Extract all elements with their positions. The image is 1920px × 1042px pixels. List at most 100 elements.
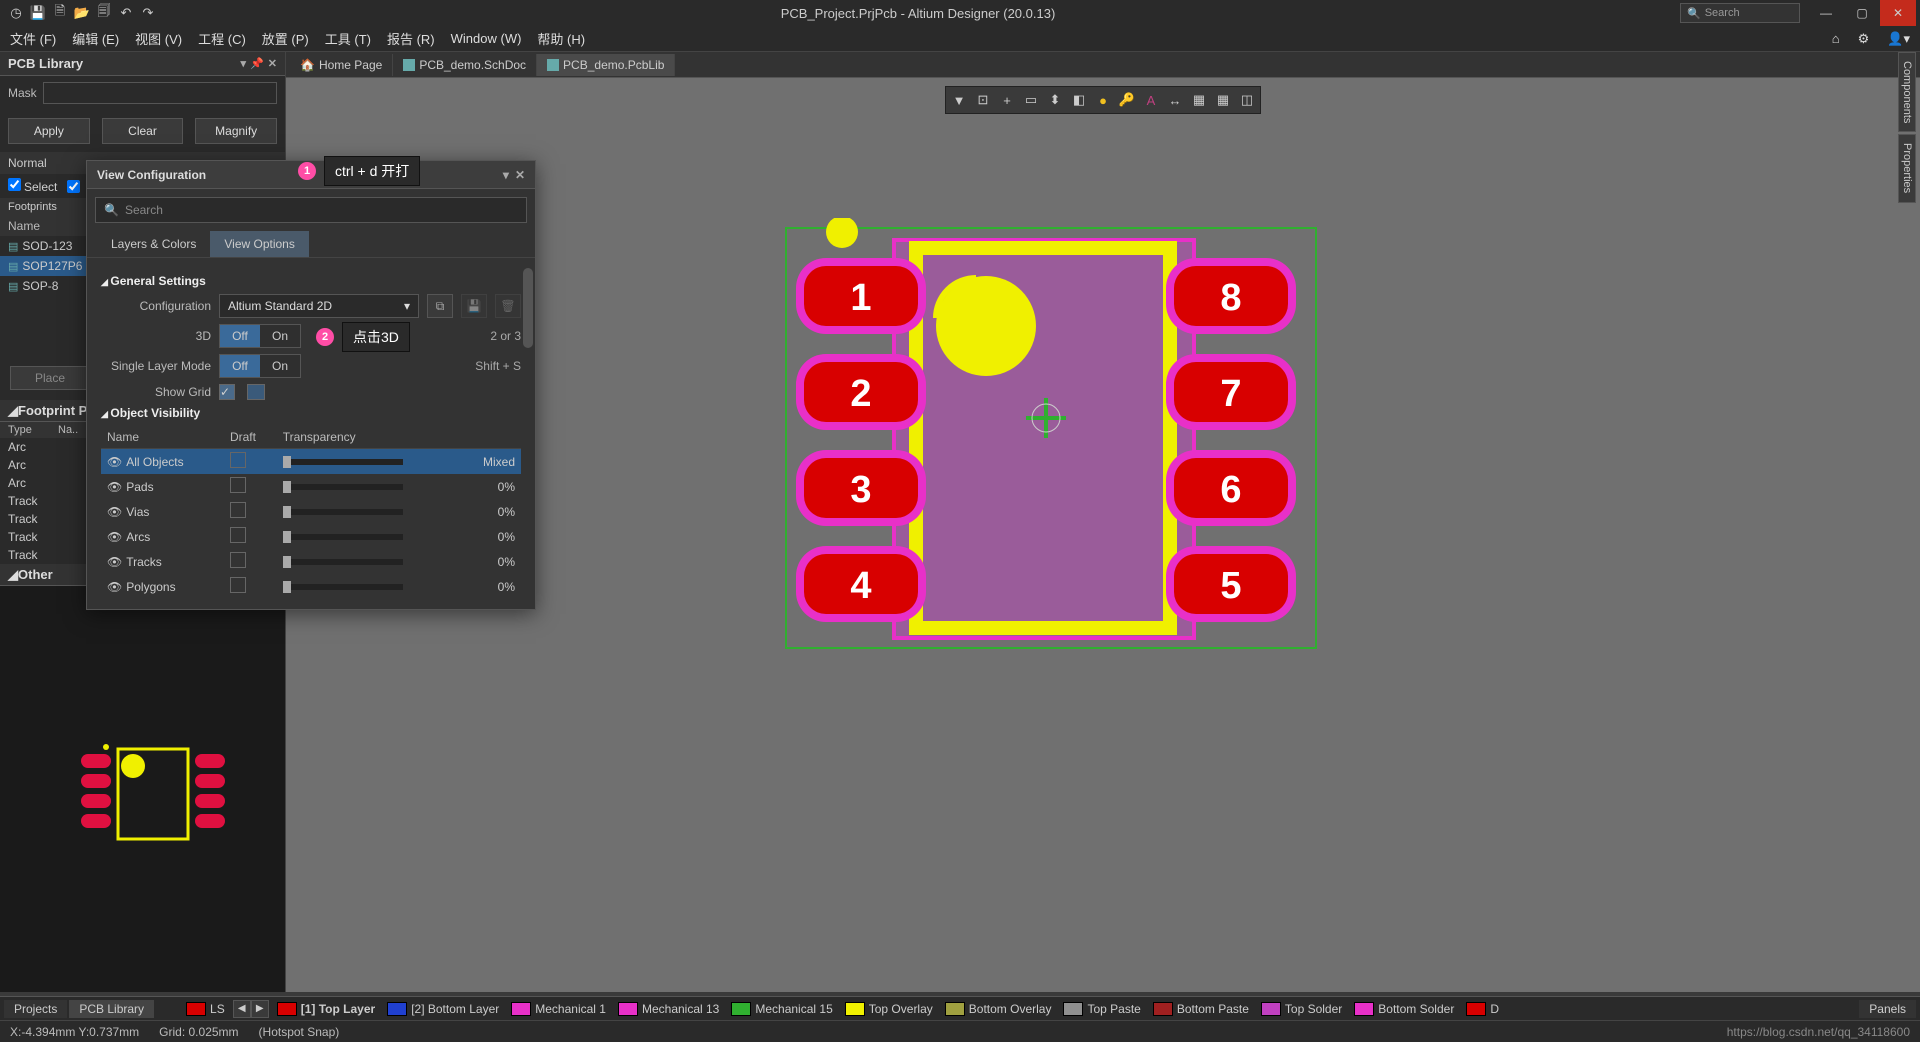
tab-view-options[interactable]: View Options [210,231,308,257]
layer-item[interactable]: Bottom Overlay [941,1002,1056,1016]
layer-icon[interactable]: ◫ [1238,91,1256,109]
svg-text:1: 1 [850,277,871,319]
visibility-row[interactable]: 👁All ObjectsMixed [101,449,521,475]
mask-dropdown[interactable] [43,82,277,104]
configuration-label: Configuration [101,299,211,313]
configuration-dropdown[interactable]: Altium Standard 2D▾ [219,294,419,318]
slm-label: Single Layer Mode [101,359,211,373]
menu-window[interactable]: Window (W) [447,29,526,48]
text-icon[interactable]: A [1142,91,1160,109]
panel-pin-icon[interactable]: 📌 [250,57,264,70]
panel-close-icon[interactable]: ✕ [515,168,525,182]
select-checkbox[interactable]: Select [8,178,57,194]
hole-icon[interactable]: ● [1094,91,1112,109]
menu-file[interactable]: 文件 (F) [6,27,60,50]
tab-pcblib[interactable]: PCB_demo.PcbLib [537,54,675,76]
minimize-button[interactable]: — [1808,0,1844,26]
home-icon[interactable]: ⌂ [1828,29,1844,49]
save-config-icon[interactable]: ⧉ [427,294,453,318]
key-icon[interactable]: 🔑 [1118,91,1136,109]
viewcfg-search[interactable]: 🔍 Search [95,197,527,223]
trash-icon[interactable]: 🗑 [495,294,521,318]
user-icon[interactable]: 👤▾ [1883,29,1914,49]
menu-report[interactable]: 报告 (R) [383,27,439,50]
menu-help[interactable]: 帮助 (H) [533,27,589,50]
panel-title: View Configuration [97,168,206,182]
layer-item[interactable]: Mechanical 13 [614,1002,723,1016]
apply-button[interactable]: Apply [8,118,90,144]
redo-icon[interactable]: ↷ [140,5,156,21]
visibility-row[interactable]: 👁Arcs0% [101,524,521,549]
right-dock: Components Properties [1898,52,1920,205]
print-icon[interactable]: 🗐 [96,5,112,21]
filter-icon[interactable]: ▼ [950,91,968,109]
visibility-row[interactable]: 👁Pads0% [101,474,521,499]
place-button[interactable]: Place [10,366,90,390]
menu-project[interactable]: 工程 (C) [194,27,250,50]
plus-icon[interactable]: + [998,91,1016,109]
svg-text:8: 8 [1220,277,1241,319]
chart-icon[interactable]: ▦ [1190,91,1208,109]
panels-button[interactable]: Panels [1859,1000,1916,1018]
layer-item[interactable]: Mechanical 15 [727,1002,836,1016]
undo-icon[interactable]: ↶ [118,5,134,21]
menu-tools[interactable]: 工具 (T) [321,27,375,50]
layer-item[interactable]: [2] Bottom Layer [383,1002,503,1016]
visibility-row[interactable]: 👁Polygons0% [101,574,521,599]
tab-schdoc[interactable]: PCB_demo.SchDoc [393,54,537,76]
rect-icon[interactable]: ▭ [1022,91,1040,109]
grid-icon[interactable]: ▦ [1214,91,1232,109]
visibility-row[interactable]: 👁Vias0% [101,499,521,524]
title-bar: ◷ 💾 🗎 📂 🗐 ↶ ↷ PCB_Project.PrjPcb - Altiu… [0,0,1920,26]
annotation-2-text: 点击3D [342,322,410,352]
layer-next[interactable]: ▶ [251,1000,269,1018]
panel-close-icon[interactable]: ✕ [268,57,277,70]
layer-item[interactable]: [1] Top Layer [273,1002,379,1016]
3d-toggle[interactable]: OffOn [219,324,301,348]
magnify-button[interactable]: Magnify [195,118,277,144]
snap-icon[interactable]: ⊡ [974,91,992,109]
visibility-row[interactable]: 👁Tracks0% [101,549,521,574]
global-search[interactable]: 🔍 Search [1680,3,1800,23]
layer-item[interactable]: Top Overlay [841,1002,937,1016]
align-icon[interactable]: ⬍ [1046,91,1064,109]
layer-item[interactable]: Bottom Paste [1149,1002,1253,1016]
window-buttons: — ▢ ✕ [1808,0,1916,26]
maximize-button[interactable]: ▢ [1844,0,1880,26]
layer-item[interactable]: Top Solder [1257,1002,1346,1016]
projects-tab[interactable]: Projects [4,1000,67,1018]
erase-icon[interactable]: ◧ [1070,91,1088,109]
open-icon[interactable]: 📂 [74,5,90,21]
dim-icon[interactable]: ↔ [1166,91,1184,109]
layer-item[interactable]: Mechanical 1 [507,1002,610,1016]
tab-home[interactable]: 🏠Home Page [290,54,393,76]
components-tab[interactable]: Components [1898,52,1916,132]
search-icon: 🔍 [104,203,119,217]
slm-toggle[interactable]: OffOn [219,354,301,378]
layer-item[interactable]: Bottom Solder [1350,1002,1458,1016]
mask-label: Mask [8,86,37,100]
gear-icon[interactable]: ⚙ [1854,29,1874,49]
menu-place[interactable]: 放置 (P) [258,27,313,50]
close-button[interactable]: ✕ [1880,0,1916,26]
pcb-library-tab[interactable]: PCB Library [69,1000,154,1018]
scrollbar[interactable] [523,268,533,348]
panel-menu-icon[interactable]: ▾ [503,168,509,182]
grid-color-swatch[interactable] [247,384,265,400]
annotation-1-badge: 1 [298,162,316,180]
properties-tab[interactable]: Properties [1898,134,1916,202]
disk-icon[interactable]: 💾 [461,294,487,318]
zoom-checkbox[interactable] [67,180,80,193]
panel-menu-icon[interactable]: ▾ [241,57,247,70]
annotation-2-badge: 2 [316,328,334,346]
layer-prev[interactable]: ◀ [233,1000,251,1018]
tab-layers-colors[interactable]: Layers & Colors [97,231,210,257]
layer-item[interactable]: D [1462,1002,1503,1016]
menu-edit[interactable]: 编辑 (E) [68,27,123,50]
clear-button[interactable]: Clear [102,118,184,144]
save-icon[interactable]: 💾 [30,5,46,21]
menu-view[interactable]: 视图 (V) [131,27,186,50]
show-grid-checkbox[interactable]: ✓ [219,384,235,400]
save-all-icon[interactable]: 🗎 [52,5,68,21]
layer-item[interactable]: Top Paste [1059,1002,1144,1016]
